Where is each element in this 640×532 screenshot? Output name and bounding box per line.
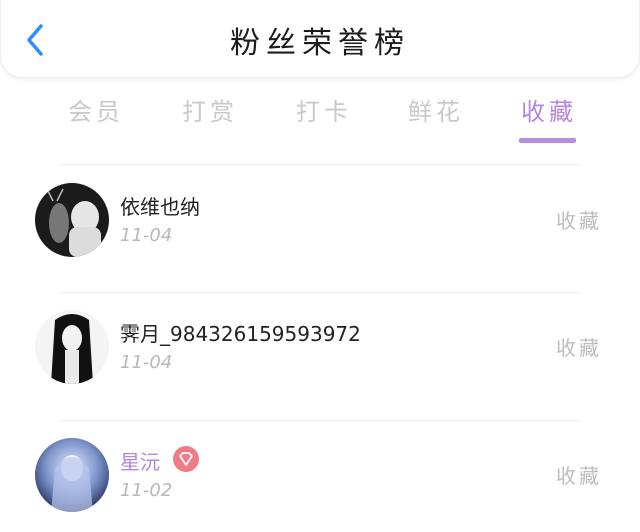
- tab-checkin[interactable]: 打卡: [296, 92, 352, 127]
- list-item[interactable]: 星沅 11-02 收藏: [0, 438, 640, 532]
- avatar[interactable]: [35, 310, 109, 384]
- list-item[interactable]: 依维也纳 11-04 收藏: [0, 183, 640, 293]
- avatar[interactable]: [35, 183, 109, 257]
- fan-name: 依维也纳: [120, 195, 200, 219]
- list-item[interactable]: 霁月_984326159593972 11-04 收藏: [0, 310, 640, 420]
- fan-date: 11-04: [120, 225, 173, 246]
- tab-bar: 会员 打赏 打卡 鲜花 收藏: [0, 84, 640, 144]
- divider: [60, 420, 580, 421]
- divider: [60, 292, 580, 293]
- divider: [60, 164, 580, 165]
- tab-favorites[interactable]: 收藏: [521, 92, 577, 127]
- diamond-badge-icon: [173, 446, 199, 472]
- tab-flowers[interactable]: 鲜花: [408, 92, 464, 127]
- fan-date: 11-02: [120, 480, 173, 501]
- avatar[interactable]: [35, 438, 109, 512]
- fan-name: 星沅: [120, 450, 160, 474]
- tab-tip[interactable]: 打赏: [182, 92, 238, 127]
- fan-date: 11-04: [120, 352, 173, 373]
- favorite-label: 收藏: [556, 464, 602, 488]
- favorite-label: 收藏: [556, 209, 602, 233]
- tab-member[interactable]: 会员: [68, 92, 124, 127]
- fan-name: 霁月_984326159593972: [120, 322, 361, 346]
- top-bar: 粉丝荣誉榜: [0, 0, 640, 78]
- favorite-label: 收藏: [556, 336, 602, 360]
- active-tab-indicator: [519, 138, 576, 143]
- page-title: 粉丝荣誉榜: [230, 26, 410, 61]
